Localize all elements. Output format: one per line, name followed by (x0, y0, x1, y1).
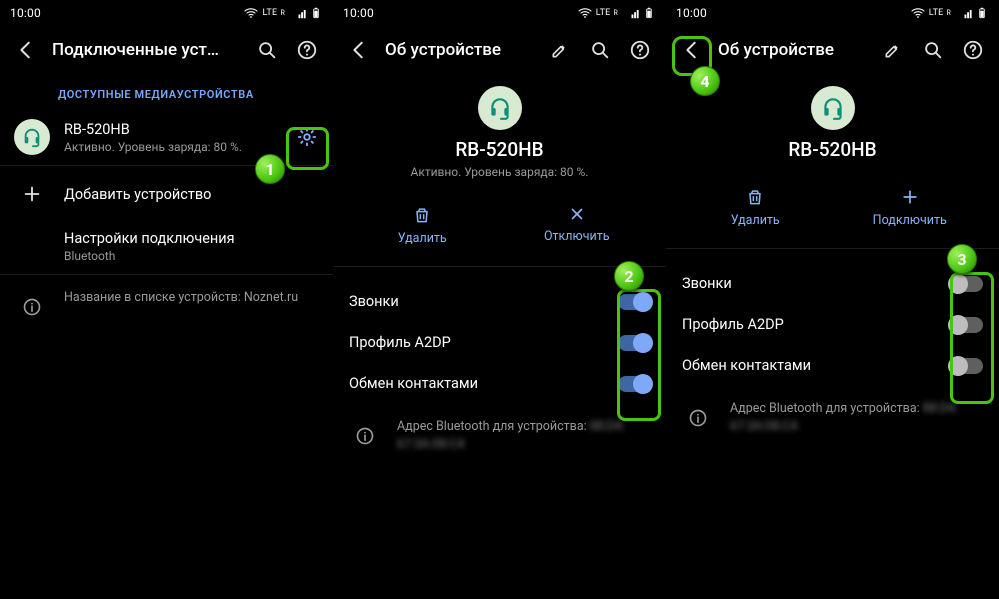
headset-icon (811, 86, 855, 130)
setting-contacts[interactable]: Обмен контактами (333, 363, 666, 404)
page-title: Подключенные уст… (48, 40, 245, 60)
help-icon (629, 39, 651, 61)
step-badge-2: 2 (614, 261, 644, 291)
toggle-contacts[interactable] (618, 376, 650, 392)
plus-icon (14, 176, 50, 212)
toggle-a2dp[interactable] (951, 317, 983, 333)
setting-a2dp[interactable]: Профиль A2DP (666, 304, 999, 345)
status-bar: 10:00 LTER (333, 0, 666, 26)
device-status: Активно. Уровень заряда: 80 %. (333, 165, 666, 179)
search-icon (589, 39, 611, 61)
help-button[interactable] (622, 32, 658, 68)
status-time: 10:00 (10, 6, 41, 20)
back-button[interactable] (341, 32, 377, 68)
page-title: Об устройстве (381, 40, 538, 60)
footer-row: Адрес Bluetooth для устройства: 88:D4:67… (666, 386, 999, 442)
status-bar: 10:00 LTER (666, 0, 999, 26)
device-header: RB-520HB Активно. Уровень заряда: 80 %. (333, 74, 666, 193)
back-icon (348, 39, 370, 61)
trash-icon (412, 205, 432, 225)
actions-row: Удалить Отключить (333, 193, 666, 267)
edit-button[interactable] (875, 32, 911, 68)
pencil-icon (883, 40, 903, 60)
status-icons: LTER (243, 4, 323, 22)
close-icon (568, 205, 586, 223)
trash-icon (745, 187, 765, 207)
disconnect-button[interactable]: Отключить (500, 199, 655, 252)
delete-button[interactable]: Удалить (678, 181, 833, 234)
plus-icon (900, 187, 920, 207)
section-available-media: ДОСТУПНЫЕ МЕДИАУСТРОЙСТВА (0, 74, 333, 109)
footer-row: Название в списке устройств: Noznet.ru (0, 275, 333, 331)
actions-row: Удалить Подключить (666, 175, 999, 249)
connection-prefs-sub: Bluetooth (64, 249, 325, 263)
step-badge-4: 4 (690, 66, 720, 96)
panel-device-detail-connected: 10:00 LTER Об устройстве RB-520HB Активн… (333, 0, 666, 599)
search-icon (922, 39, 944, 61)
footer-text: Адрес Bluetooth для устройства: 88:D4:67… (730, 400, 958, 436)
status-bar: 10:00 LTER (0, 0, 333, 26)
add-device-label: Добавить устройство (64, 186, 325, 203)
help-button[interactable] (289, 32, 325, 68)
pencil-icon (550, 40, 570, 60)
device-status: Активно. Уровень заряда: 80 %. (64, 140, 275, 154)
step-badge-3: 3 (947, 244, 977, 274)
device-row[interactable]: RB-520HB Активно. Уровень заряда: 80 %. (0, 109, 333, 165)
search-button[interactable] (249, 32, 285, 68)
toggle-a2dp[interactable] (618, 335, 650, 351)
toolbar: Подключенные уст… (0, 26, 333, 74)
help-icon (296, 39, 318, 61)
status-time: 10:00 (343, 6, 374, 20)
info-icon (14, 289, 50, 325)
edit-button[interactable] (542, 32, 578, 68)
search-button[interactable] (915, 32, 951, 68)
toolbar: Об устройстве (666, 26, 999, 74)
info-icon (347, 418, 383, 454)
back-button[interactable] (8, 32, 44, 68)
connect-button[interactable]: Подключить (833, 181, 988, 234)
back-icon (681, 39, 703, 61)
status-icons: LTER (577, 4, 656, 22)
footer-text: Адрес Bluetooth для устройства: 88:D4:67… (397, 418, 625, 454)
back-button[interactable] (674, 32, 710, 68)
connection-prefs-row[interactable]: Настройки подключения Bluetooth (0, 222, 333, 274)
help-button[interactable] (955, 32, 991, 68)
setting-contacts[interactable]: Обмен контактами (666, 345, 999, 386)
setting-calls[interactable]: Звонки (666, 263, 999, 304)
toggle-calls[interactable] (951, 276, 983, 292)
footer-row: Адрес Bluetooth для устройства: 88:D4:67… (333, 404, 666, 460)
page-title: Об устройстве (714, 40, 871, 60)
device-settings-button[interactable] (289, 119, 325, 155)
setting-a2dp[interactable]: Профиль A2DP (333, 322, 666, 363)
connection-prefs-label: Настройки подключения (64, 230, 325, 247)
delete-button[interactable]: Удалить (345, 199, 500, 252)
device-name: RB-520HB (666, 138, 999, 161)
panel-device-detail-disconnected: 10:00 LTER Об устройстве RB-520HB Удалит… (666, 0, 999, 599)
toolbar: Об устройстве (333, 26, 666, 74)
setting-calls[interactable]: Звонки (333, 281, 666, 322)
device-name: RB-520HB (64, 121, 275, 138)
step-badge-1: 1 (255, 154, 285, 184)
search-icon (256, 39, 278, 61)
toggle-contacts[interactable] (951, 358, 983, 374)
headset-icon (14, 119, 50, 155)
search-button[interactable] (582, 32, 618, 68)
help-icon (962, 39, 984, 61)
gear-icon (296, 126, 318, 148)
back-icon (15, 39, 37, 61)
footer-text: Название в списке устройств: Noznet.ru (64, 289, 298, 325)
status-icons: LTER (910, 4, 989, 22)
panel-connected-devices: 10:00 LTER Подключенные уст… ДОСТУПНЫЕ М… (0, 0, 333, 599)
info-icon (680, 400, 716, 436)
device-name: RB-520HB (333, 138, 666, 161)
status-time: 10:00 (676, 6, 707, 20)
toggle-calls[interactable] (618, 294, 650, 310)
headset-icon (478, 86, 522, 130)
